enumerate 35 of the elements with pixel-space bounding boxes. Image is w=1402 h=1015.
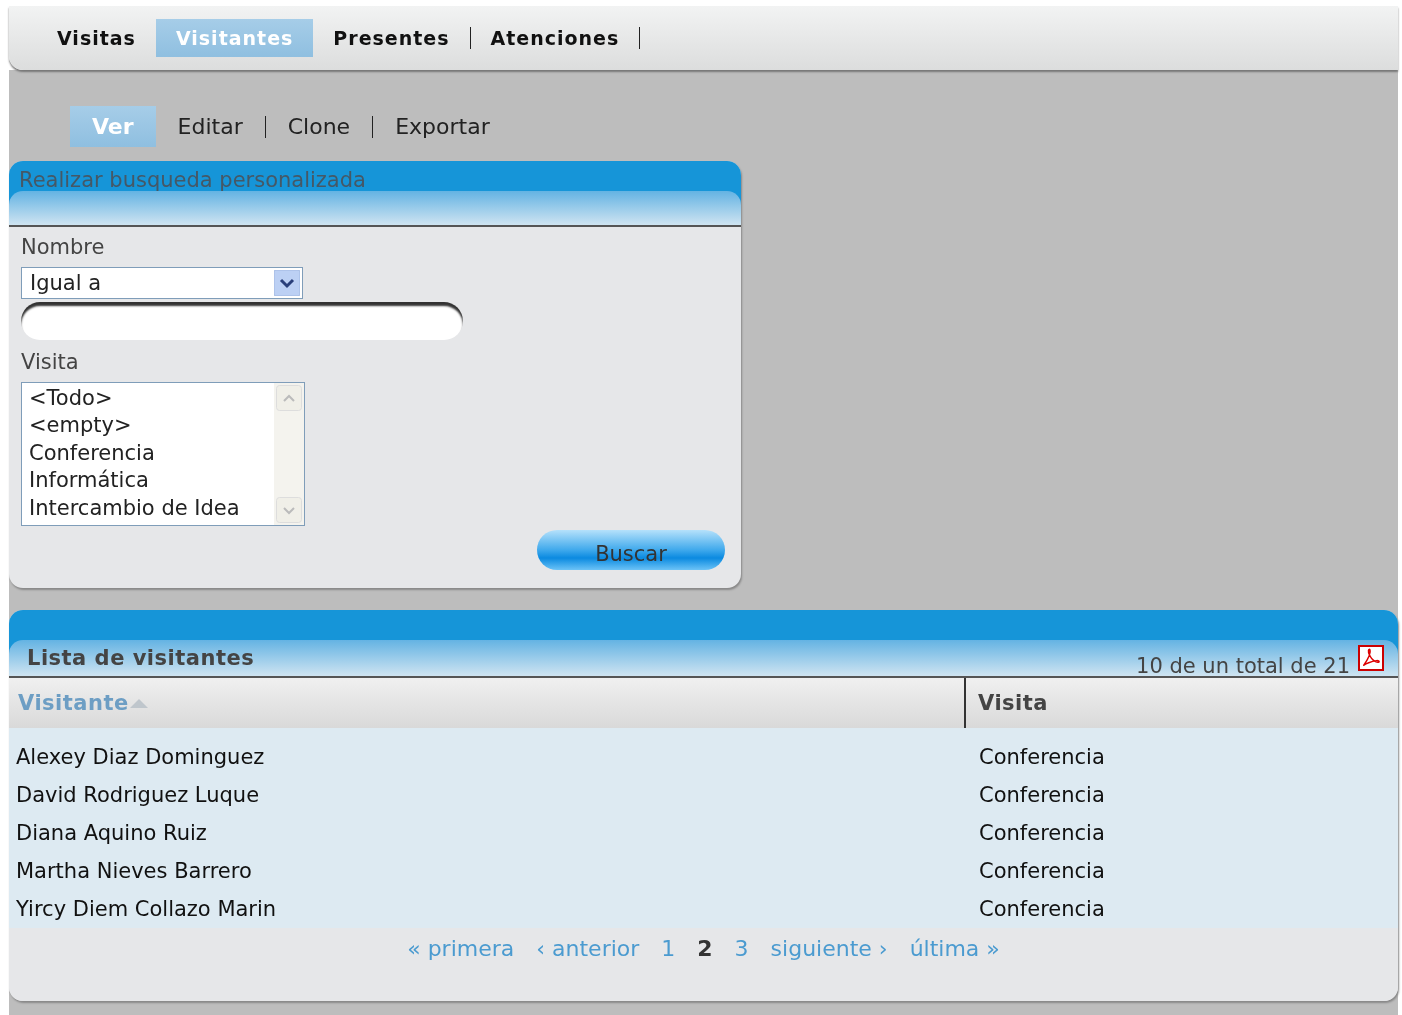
panel-title: Realizar busqueda personalizada — [18, 169, 367, 191]
list-option[interactable]: Conferencia — [29, 439, 274, 468]
visit-listbox[interactable]: <Todo> <empty> Conferencia Informática Intercambio de Idea — [21, 382, 305, 526]
panel-title: Lista de visitantes — [27, 646, 255, 670]
table-cell-text: Conferencia — [978, 782, 1106, 809]
action-tab[interactable]: Editar — [155, 106, 265, 147]
dropdown-icon — [274, 270, 300, 296]
action-tab[interactable]: Exportar — [373, 106, 512, 147]
field-label: Visita — [21, 350, 80, 374]
table-cell-text: Diana Aquino Ruiz — [15, 820, 208, 847]
sort-ascending-icon — [128, 697, 149, 709]
list-option[interactable]: Intercambio de Idea — [29, 494, 274, 523]
table-cell-text: Yircy Diem Collazo Marin — [15, 896, 278, 923]
name-input[interactable] — [21, 302, 463, 340]
table-cell-text: Martha Nieves Barrero — [15, 858, 253, 885]
action-tab[interactable]: Clone — [265, 106, 373, 147]
table-cell-text: Alexey Diaz Dominguez — [15, 744, 266, 771]
search-button[interactable]: Buscar — [537, 530, 725, 570]
list-option[interactable]: <Todo> — [29, 385, 274, 413]
table-cell-text: David Rodriguez Luque — [15, 782, 261, 809]
table-cell-text: Conferencia — [978, 744, 1106, 771]
column-header[interactable]: Visita — [978, 691, 1048, 715]
nav-tab[interactable]: Atenciones — [470, 19, 640, 57]
pdf-icon[interactable] — [1358, 645, 1384, 671]
table-cell-text: Conferencia — [978, 820, 1106, 847]
list-option[interactable]: <empty> — [29, 412, 274, 440]
nav-tab[interactable]: Presentes — [313, 19, 470, 57]
table-cell-text: Conferencia — [978, 896, 1106, 923]
table-cell-text: Conferencia — [978, 858, 1106, 885]
field-label: Nombre — [21, 235, 106, 259]
result-count: 10 de un total de 21 — [1136, 654, 1350, 678]
page-link[interactable]: 2 — [697, 936, 713, 961]
operator-select[interactable]: Igual a — [21, 267, 303, 299]
list-option[interactable]: Informática — [29, 467, 274, 495]
nav-tab[interactable]: Visitas — [37, 19, 156, 57]
